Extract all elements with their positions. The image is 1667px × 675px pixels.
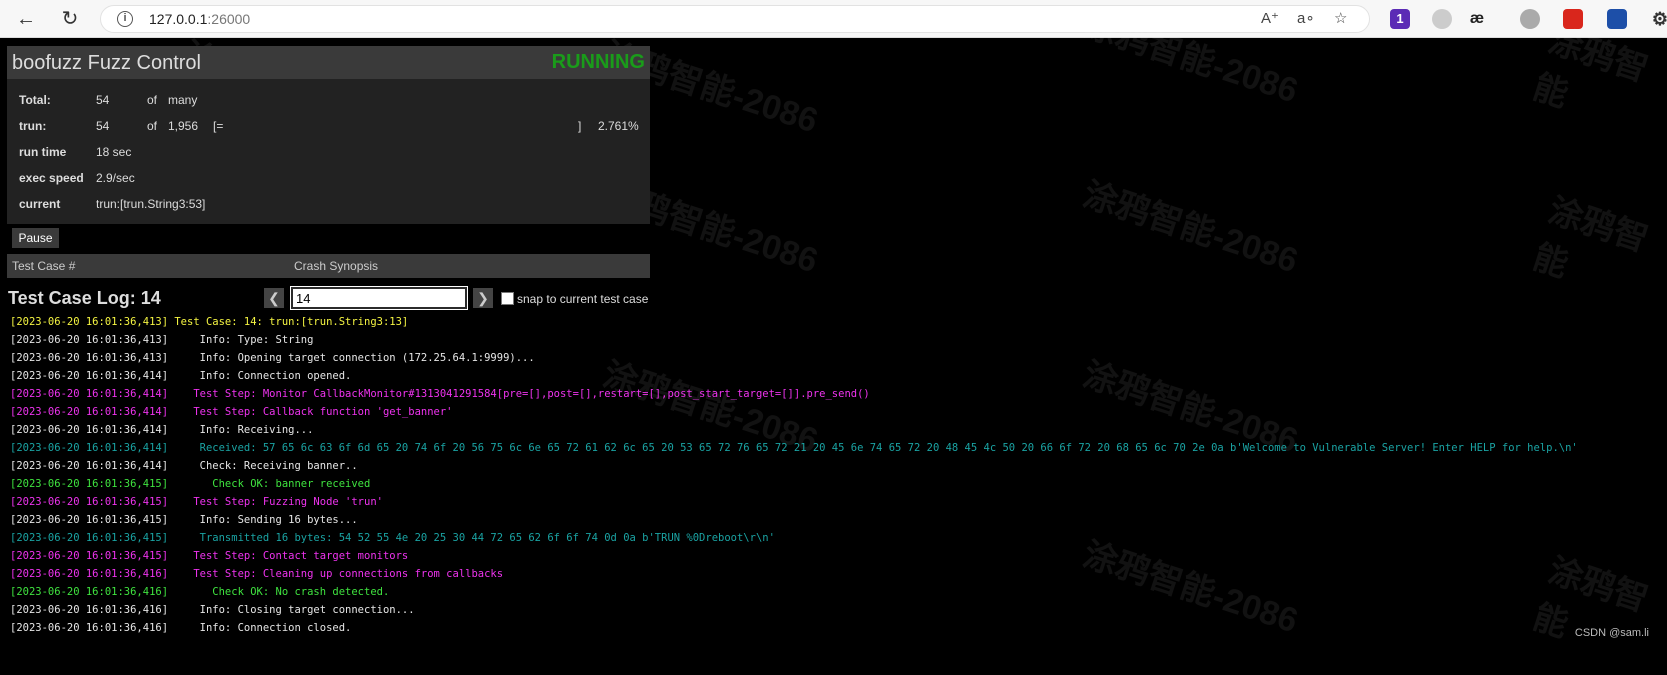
log-line: [2023-06-20 16:01:36,413] Info: Type: St… [10,334,314,346]
log-line: [2023-06-20 16:01:36,416] Test Step: Cle… [10,568,504,580]
total-value: 54 [96,93,110,107]
runtime-value: 18 sec [96,145,132,159]
progress-bar-left: [= [213,119,224,133]
bookmark-extension-icon[interactable] [1607,9,1627,29]
test-case-input[interactable] [290,286,468,310]
extension-gear-icon[interactable] [1432,9,1452,29]
extension-icon[interactable]: 1 [1390,9,1410,29]
browser-toolbar: ← ↻ i 127.0.0.1:26000 A⁺ a∘ ☆ 1 æ ⚙ [0,0,1667,38]
url-text: 127.0.0.1:26000 [149,11,251,27]
panel-title: boofuzz Fuzz Control [12,52,201,74]
panel-header: boofuzz Fuzz Control RUNNING [7,46,650,79]
log-line: [2023-06-20 16:01:36,415] Test Step: Fuz… [10,496,383,508]
read-aloud-icon[interactable]: A⁺ [1261,9,1279,27]
favorite-star-icon[interactable]: ☆ [1334,9,1347,27]
log-line: [2023-06-20 16:01:36,413] Test Case: 14:… [10,316,409,328]
trun-max: 1,956 [168,119,199,133]
col-crash-synopsis: Crash Synopsis [294,259,379,273]
progress-percent: 2.761% [598,119,639,133]
progress-bar-right: ] [578,119,582,133]
log-line: [2023-06-20 16:01:36,415] Transmitted 16… [10,532,775,544]
trun-value: 54 [96,119,110,133]
trun-row: trun: 54 of 1,956 [= ] 2.761% [7,119,650,139]
footer-credit: CSDN @sam.li [1574,627,1649,639]
crash-table-header: Test Case # Crash Synopsis [7,254,650,278]
total-label: Total: [19,93,51,107]
log-line: [2023-06-20 16:01:36,414] Check: Receivi… [10,460,358,472]
info-icon[interactable]: i [117,11,133,27]
total-row: Total: 54 of many [7,93,650,113]
log-title: Test Case Log: 14 [8,288,161,308]
speed-row: exec speed 2.9/sec [7,171,650,191]
reload-icon[interactable]: ↻ [58,7,82,31]
prev-case-button[interactable]: ❮ [264,288,284,308]
log-line: [2023-06-20 16:01:36,414] Info: Connecti… [10,370,352,382]
log-line: [2023-06-20 16:01:36,415] Test Step: Con… [10,550,409,562]
col-test-case: Test Case # [12,259,76,273]
settings-gear-icon[interactable]: ⚙ [1650,9,1667,29]
total-max: many [168,93,198,107]
test-case-log: [2023-06-20 16:01:36,413] Test Case: 14:… [10,313,1578,637]
log-line: [2023-06-20 16:01:36,416] Info: Closing … [10,604,415,616]
speed-value: 2.9/sec [96,171,135,185]
chevron-left-icon: ❮ [268,290,280,306]
pause-button[interactable]: Pause [12,228,59,248]
runtime-label: run time [19,145,67,159]
chevron-right-icon: ❯ [477,290,489,306]
watermark: 涂鸦智能 [1528,191,1653,285]
snap-label: snap to current test case [517,292,649,306]
next-case-button[interactable]: ❯ [473,288,493,308]
log-line: [2023-06-20 16:01:36,414] Test Step: Mon… [10,388,870,400]
log-line: [2023-06-20 16:01:36,415] Check OK: bann… [10,478,371,490]
ae-extension-icon[interactable]: æ [1467,9,1487,29]
log-line: [2023-06-20 16:01:36,416] Check OK: No c… [10,586,390,598]
log-line: [2023-06-20 16:01:36,414] Test Step: Cal… [10,406,453,418]
circle-extension-icon[interactable] [1520,9,1540,29]
log-line: [2023-06-20 16:01:36,415] Info: Sending … [10,514,358,526]
fuzz-control-panel: boofuzz Fuzz Control RUNNING Total: 54 o… [7,46,650,224]
current-row: current trun:[trun.String3:53] [7,197,650,217]
translate-icon[interactable]: a∘ [1297,9,1315,27]
status-indicator: RUNNING [551,51,645,73]
watermark: 涂鸦智能-2086 [1078,175,1303,281]
snap-checkbox[interactable] [501,292,514,305]
total-of: of [147,93,158,107]
runtime-row: run time 18 sec [7,145,650,165]
trun-of: of [147,119,158,133]
speed-label: exec speed [19,171,84,185]
log-line: [2023-06-20 16:01:36,413] Info: Opening … [10,352,535,364]
trun-label: trun: [19,119,47,133]
current-value: trun:[trun.String3:53] [96,197,206,211]
fe-extension-icon[interactable] [1563,9,1583,29]
address-bar[interactable]: i 127.0.0.1:26000 A⁺ a∘ ☆ [100,5,1370,33]
current-label: current [19,197,61,211]
log-line: [2023-06-20 16:01:36,414] Received: 57 6… [10,442,1578,454]
back-arrow-icon[interactable]: ← [14,7,38,31]
log-line: [2023-06-20 16:01:36,414] Info: Receivin… [10,424,314,436]
log-line: [2023-06-20 16:01:36,416] Info: Connecti… [10,622,352,634]
